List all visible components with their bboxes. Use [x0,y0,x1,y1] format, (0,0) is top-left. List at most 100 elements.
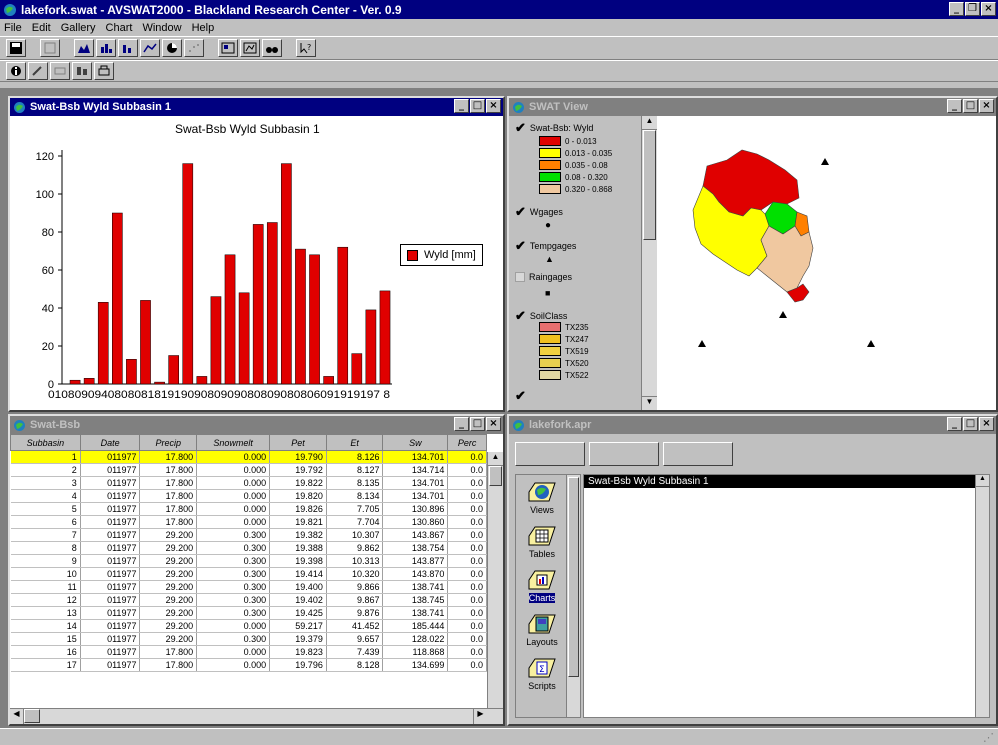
table-cell[interactable]: 7.439 [326,645,384,659]
table-cell[interactable]: 19.414 [269,567,327,581]
table-cell[interactable]: 10 [10,567,81,581]
doc-type-scrollbar[interactable] [566,475,580,717]
table-cell[interactable]: 011977 [80,450,141,464]
view-close-button[interactable]: × [979,99,994,113]
table-cell[interactable]: 14 [10,619,81,633]
checkmark-icon[interactable]: ✔ [515,308,526,324]
table-cell[interactable]: 011977 [80,658,141,672]
document-list-scrollbar[interactable]: ▲ [975,475,989,717]
checkmark-icon[interactable]: ✔ [515,120,526,136]
view-window[interactable]: SWAT View _ □ × ✔ Swat-Bsb: Wyld 0 - 0.01… [507,96,998,412]
table-cell[interactable]: 7.704 [326,515,384,529]
table-cell[interactable]: 0.0 [447,541,487,555]
scroll-thumb[interactable] [643,130,656,240]
close-button[interactable]: × [981,2,996,16]
identify-tool[interactable] [6,62,26,80]
chart-element-button[interactable] [240,39,260,57]
table-cell[interactable]: 10.307 [326,528,384,542]
column-chart-button[interactable] [118,39,138,57]
table-cell[interactable]: 134.699 [382,658,449,672]
column-header[interactable]: Snowmelt [196,434,271,451]
project-new-button[interactable] [515,442,585,466]
table-cell[interactable]: 0.000 [196,645,271,659]
properties-button[interactable] [40,39,60,57]
table-row[interactable]: 3 011977 17.800 0.000 19.822 8.135 134.701 0.0 [10,476,487,490]
gage-triangle[interactable] [867,340,875,347]
table-row[interactable]: 5 011977 17.800 0.000 19.826 7.705 130.896 0.0 [10,502,487,516]
table-cell[interactable]: 9.657 [326,632,384,646]
document-list-item[interactable]: Swat-Bsb Wyld Subbasin 1 [584,475,975,488]
scroll-up-arrow-icon[interactable]: ▲ [488,452,503,466]
table-cell[interactable]: 0.000 [196,489,271,503]
toc-theme-wyld[interactable]: ✔ Swat-Bsb: Wyld [515,120,593,136]
chart-properties-button[interactable] [218,39,238,57]
table-cell[interactable]: 4 [10,489,81,503]
table-row[interactable]: 15 011977 29.200 0.300 19.379 9.657 128.022 0.0 [10,632,487,646]
column-header[interactable]: Sw [382,434,449,451]
table-cell[interactable]: 19.398 [269,554,327,568]
table-cell[interactable]: 8.127 [326,463,384,477]
table-cell[interactable]: 15 [10,632,81,646]
gage-triangle[interactable] [779,311,787,318]
table-cell[interactable]: 17.800 [139,450,198,464]
scroll-right-arrow-icon[interactable]: ▶ [473,709,487,724]
project-print-button[interactable] [663,442,733,466]
scroll-down-arrow-icon[interactable]: ▼ [642,396,657,410]
project-close-button[interactable]: × [979,417,994,431]
table-cell[interactable]: 011977 [80,541,141,555]
table-cell[interactable]: 0.000 [196,450,271,464]
table-cell[interactable]: 134.701 [382,450,449,464]
table-cell[interactable]: 8.134 [326,489,384,503]
unchecked-box[interactable] [515,272,525,282]
table-cell[interactable]: 130.896 [382,502,449,516]
table-cell[interactable]: 3 [10,476,81,490]
table-cell[interactable]: 17 [10,658,81,672]
table-cell[interactable]: 138.741 [382,580,449,594]
table-cell[interactable]: 011977 [80,567,141,581]
table-cell[interactable]: 19.402 [269,593,327,607]
table-cell[interactable]: 0.0 [447,502,487,516]
scroll-thumb[interactable] [24,709,40,723]
table-row[interactable]: 6 011977 17.800 0.000 19.821 7.704 130.860 0.0 [10,515,487,529]
table-cell[interactable]: 17.800 [139,476,198,490]
table-row[interactable]: 4 011977 17.800 0.000 19.820 8.134 134.701 0.0 [10,489,487,503]
table-cell[interactable]: 011977 [80,515,141,529]
table-row[interactable]: 1 011977 17.800 0.000 19.790 8.126 134.701 0.0 [10,450,487,464]
resize-grip-icon[interactable]: ⋰ [983,731,994,744]
table-row[interactable]: 12 011977 29.200 0.300 19.402 9.867 138.745 0.0 [10,593,487,607]
table-cell[interactable]: 5 [10,502,81,516]
subbasin-peach[interactable] [756,225,814,293]
toc-theme-next[interactable]: ✔ [515,388,526,404]
table-cell[interactable]: 0.0 [447,645,487,659]
doc-type-charts[interactable]: Charts [520,569,564,603]
table-cell[interactable]: 7.705 [326,502,384,516]
table-cell[interactable]: 59.217 [269,619,327,633]
table-cell[interactable]: 17.800 [139,658,198,672]
table-cell[interactable]: 134.701 [382,489,449,503]
table-cell[interactable]: 17.800 [139,463,198,477]
table-cell[interactable]: 19.379 [269,632,327,646]
table-cell[interactable]: 011977 [80,502,141,516]
table-cell[interactable]: 10.313 [326,554,384,568]
line-chart-button[interactable] [140,39,160,57]
toc-scrollbar[interactable]: ▲ ▼ [641,116,657,410]
table-cell[interactable]: 0.300 [196,593,271,607]
table-cell[interactable]: 19.388 [269,541,327,555]
table-cell[interactable]: 8.128 [326,658,384,672]
table-cell[interactable]: 118.868 [382,645,449,659]
scroll-left-arrow-icon[interactable]: ◀ [10,709,24,724]
table-cell[interactable]: 0.000 [196,463,271,477]
table-cell[interactable]: 8.126 [326,450,384,464]
table-cell[interactable]: 29.200 [139,632,198,646]
gage-triangle[interactable] [821,158,829,165]
table-cell[interactable]: 011977 [80,554,141,568]
table-cell[interactable]: 0.300 [196,554,271,568]
table-cell[interactable]: 0.0 [447,632,487,646]
help-button[interactable]: ? [296,39,316,57]
table-row[interactable]: 14 011977 29.200 0.000 59.217 41.452 185.444 0.… [10,619,487,633]
table-cell[interactable]: 19.821 [269,515,327,529]
table-cell[interactable]: 143.870 [382,567,449,581]
toc-theme-wgages[interactable]: ✔ Wgages [515,204,563,220]
checkmark-icon[interactable]: ✔ [515,388,526,404]
table-cell[interactable]: 19.400 [269,580,327,594]
